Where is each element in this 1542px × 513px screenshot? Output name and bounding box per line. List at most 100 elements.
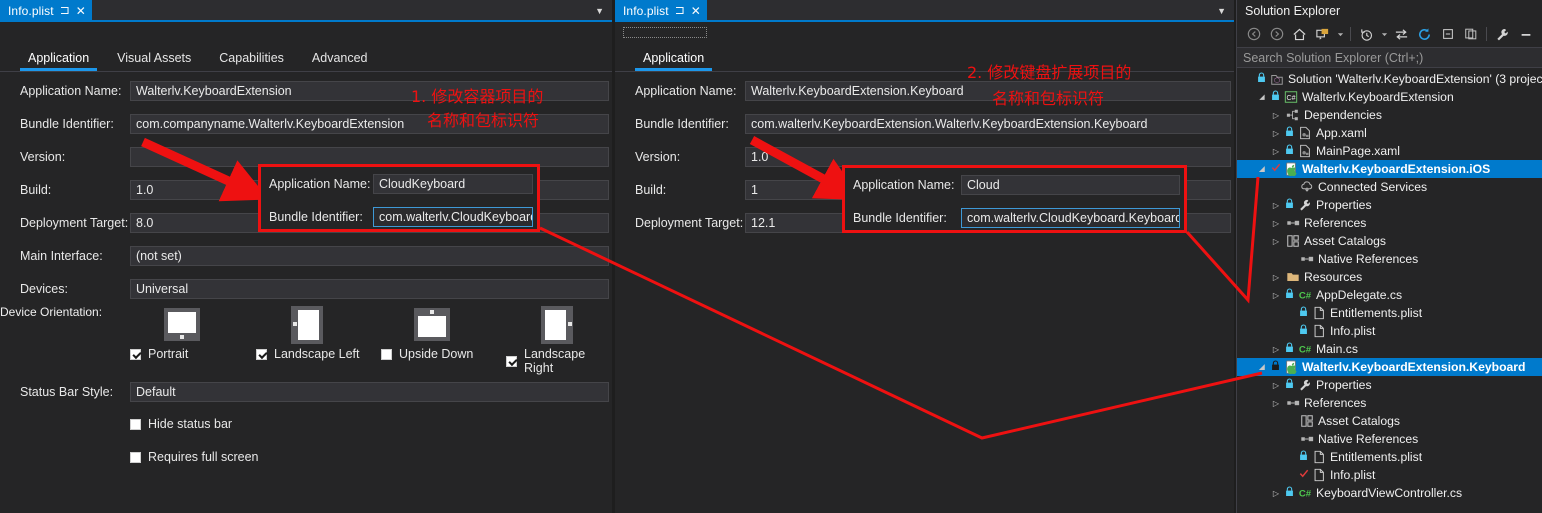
- label-device-orientation: Device Orientation:: [0, 305, 103, 319]
- lock-icon: [1285, 198, 1293, 212]
- chevron-right-icon[interactable]: ▷: [1271, 129, 1281, 138]
- subtab-capabilities[interactable]: Capabilities: [205, 51, 298, 71]
- chevron-down-icon[interactable]: ◢: [1257, 165, 1267, 173]
- file-icon: [1311, 468, 1326, 482]
- pin-icon[interactable]: ⊐: [60, 4, 70, 16]
- subtab-visual-assets[interactable]: Visual Assets: [103, 51, 205, 71]
- orientation-icon-upside-down[interactable]: [414, 308, 450, 341]
- close-icon[interactable]: ✕: [691, 5, 701, 17]
- tree-item-selected[interactable]: ◢ Walterlv.KeyboardExtension.iOS: [1237, 160, 1542, 178]
- field-build[interactable]: 1.0: [130, 179, 609, 200]
- orientation-icon-landscape-right[interactable]: [541, 306, 573, 344]
- chevron-down-icon[interactable]: ▼: [595, 0, 604, 22]
- collapse-all-icon[interactable]: [1437, 24, 1458, 45]
- tree-item[interactable]: ▷ App.xaml: [1237, 124, 1542, 142]
- tree-item[interactable]: Info.plist: [1237, 466, 1542, 484]
- pending-changes-icon[interactable]: [1312, 24, 1333, 45]
- field-version[interactable]: 1.0: [745, 146, 1231, 167]
- chevron-right-icon[interactable]: ▷: [1271, 381, 1281, 390]
- field-bundle-identifier[interactable]: com.companyname.Walterlv.KeyboardExtensi…: [130, 113, 609, 134]
- tree-item-selected[interactable]: ◢ Walterlv.KeyboardExtension.Keyboard: [1237, 358, 1542, 376]
- tree-item[interactable]: ▷ C# KeyboardViewController.cs: [1237, 484, 1542, 502]
- tab-info-plist-middle[interactable]: Info.plist ⊐ ✕: [615, 0, 707, 22]
- field-bundle-identifier[interactable]: com.walterlv.KeyboardExtension.Walterlv.…: [745, 113, 1231, 134]
- chevron-down-icon[interactable]: ◢: [1257, 93, 1267, 101]
- tree-item[interactable]: ▷ Properties: [1237, 376, 1542, 394]
- tree-item[interactable]: Entitlements.plist: [1237, 304, 1542, 322]
- tree-item[interactable]: ▷ Dependencies: [1237, 106, 1542, 124]
- tree-item-label: Asset Catalogs: [1318, 414, 1400, 428]
- checkbox-landscape-left[interactable]: Landscape Left: [256, 347, 360, 361]
- chevron-down-icon[interactable]: ▼: [1217, 0, 1226, 22]
- pin-icon[interactable]: ⊐: [675, 4, 685, 16]
- tree-item[interactable]: Native References: [1237, 250, 1542, 268]
- chevron-right-icon[interactable]: ▷: [1271, 237, 1281, 246]
- field-build[interactable]: 1: [745, 179, 1231, 200]
- chevron-right-icon[interactable]: ▷: [1271, 219, 1281, 228]
- subtab-advanced[interactable]: Advanced: [298, 51, 382, 71]
- checkbox-landscape-right[interactable]: Landscape Right: [506, 347, 612, 375]
- orientation-icon-landscape-left[interactable]: [291, 306, 323, 344]
- chevron-right-icon[interactable]: ▷: [1271, 201, 1281, 210]
- field-devices[interactable]: Universal: [130, 278, 609, 299]
- field-deployment-target[interactable]: 8.0: [130, 212, 609, 233]
- tree-item-label: Entitlements.plist: [1330, 306, 1423, 320]
- properties-icon[interactable]: [1492, 24, 1513, 45]
- tree-item[interactable]: ▷ Resources: [1237, 268, 1542, 286]
- chevron-right-icon[interactable]: ▷: [1271, 291, 1281, 300]
- field-deployment-target[interactable]: 12.1: [745, 212, 1231, 233]
- chevron-right-icon[interactable]: ▷: [1271, 111, 1281, 120]
- focus-rectangle: [623, 27, 707, 38]
- svg-text:C#: C#: [1298, 291, 1311, 302]
- sync-icon[interactable]: [1391, 24, 1412, 45]
- field-status-bar-style[interactable]: Default: [130, 381, 609, 402]
- checkbox-requires-full-screen[interactable]: Requires full screen: [130, 450, 258, 464]
- tree-item-label: Walterlv.KeyboardExtension.Keyboard: [1302, 360, 1526, 374]
- subtab-application-middle[interactable]: Application: [629, 51, 718, 71]
- forward-icon[interactable]: [1266, 24, 1287, 45]
- history-dropdown-icon[interactable]: [1379, 24, 1389, 45]
- chevron-right-icon[interactable]: ▷: [1271, 489, 1281, 498]
- tree-item[interactable]: ▷ Asset Catalogs: [1237, 232, 1542, 250]
- tree-item[interactable]: ▷ References: [1237, 214, 1542, 232]
- checkbox-portrait[interactable]: Portrait: [130, 347, 188, 361]
- tree-item[interactable]: Asset Catalogs: [1237, 412, 1542, 430]
- tree-item[interactable]: Connected Services: [1237, 178, 1542, 196]
- minimize-icon[interactable]: [1515, 24, 1536, 45]
- tree-item[interactable]: ▷ C# Main.cs: [1237, 340, 1542, 358]
- tree-item[interactable]: ▷ C# AppDelegate.cs: [1237, 286, 1542, 304]
- field-application-name[interactable]: Walterlv.KeyboardExtension: [130, 80, 609, 101]
- tree-item[interactable]: ▷ Properties: [1237, 196, 1542, 214]
- xaml-icon: [1297, 126, 1312, 140]
- tree-item[interactable]: ⬡ Solution 'Walterlv.KeyboardExtension' (…: [1237, 70, 1542, 88]
- show-all-files-icon[interactable]: [1460, 24, 1481, 45]
- subtab-application[interactable]: Application: [14, 51, 103, 71]
- chevron-right-icon[interactable]: ▷: [1271, 399, 1281, 408]
- tree-item-label: Dependencies: [1304, 108, 1382, 122]
- checkbox-hide-status-bar[interactable]: Hide status bar: [130, 417, 232, 431]
- tree-item[interactable]: Entitlements.plist: [1237, 448, 1542, 466]
- refresh-icon[interactable]: [1414, 24, 1435, 45]
- tree-item[interactable]: ◢ C# Walterlv.KeyboardExtension: [1237, 88, 1542, 106]
- chevron-right-icon[interactable]: ▷: [1271, 147, 1281, 156]
- field-version[interactable]: [130, 146, 609, 167]
- tab-info-plist-left[interactable]: Info.plist ⊐ ✕: [0, 0, 92, 22]
- row-build: Build: 1.0: [0, 173, 612, 206]
- field-application-name[interactable]: Walterlv.KeyboardExtension.Keyboard: [745, 80, 1231, 101]
- checkbox-upside-down[interactable]: Upside Down: [381, 347, 473, 361]
- chevron-right-icon[interactable]: ▷: [1271, 345, 1281, 354]
- tree-item[interactable]: ▷ References: [1237, 394, 1542, 412]
- home-icon[interactable]: [1289, 24, 1310, 45]
- close-icon[interactable]: ✕: [76, 5, 86, 17]
- tree-item[interactable]: Info.plist: [1237, 322, 1542, 340]
- chevron-down-icon[interactable]: ◢: [1257, 363, 1267, 371]
- orientation-icon-portrait[interactable]: [164, 308, 200, 341]
- field-main-interface[interactable]: (not set): [130, 245, 609, 266]
- tree-item[interactable]: Native References: [1237, 430, 1542, 448]
- back-icon[interactable]: [1243, 24, 1264, 45]
- chevron-right-icon[interactable]: ▷: [1271, 273, 1281, 282]
- tree-item[interactable]: ▷ MainPage.xaml: [1237, 142, 1542, 160]
- history-icon[interactable]: [1356, 24, 1377, 45]
- pending-changes-dropdown-icon[interactable]: [1335, 24, 1345, 45]
- search-input[interactable]: Search Solution Explorer (Ctrl+;): [1237, 47, 1542, 68]
